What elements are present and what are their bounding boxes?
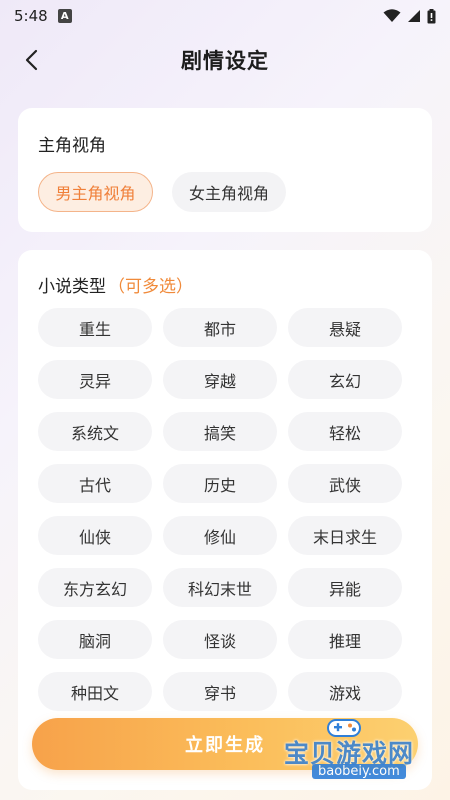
genre-chip[interactable]: 脑洞 [38, 620, 152, 659]
notification-icon: A [57, 9, 72, 23]
genre-chip[interactable]: 异能 [288, 568, 402, 607]
signal-icon [408, 10, 420, 22]
multi-select-hint: （可多选） [108, 277, 193, 297]
genre-card: 小说类型 （可多选） 重生 都市 悬疑 灵异 穿越 玄幻 系统文 搞笑 轻松 古代… [18, 250, 432, 790]
battery-icon [427, 8, 436, 23]
genre-chip[interactable]: 都市 [163, 308, 277, 347]
chevron-left-icon [25, 49, 38, 71]
genre-chip[interactable]: 修仙 [163, 516, 277, 555]
genre-chip[interactable]: 重生 [38, 308, 152, 347]
genre-chip[interactable]: 游戏 [288, 672, 402, 711]
genre-chip[interactable]: 轻松 [288, 412, 402, 451]
genre-chip[interactable]: 穿书 [163, 672, 277, 711]
genre-chip[interactable]: 武侠 [288, 464, 402, 503]
genre-title-text: 小说类型 [38, 277, 106, 297]
genre-chip[interactable]: 悬疑 [288, 308, 402, 347]
status-bar: 5:48 A [0, 0, 450, 32]
genre-chip[interactable]: 推理 [288, 620, 402, 659]
genre-chip[interactable]: 东方玄幻 [38, 568, 152, 607]
back-button[interactable] [16, 44, 48, 76]
genre-chip[interactable]: 穿越 [163, 360, 277, 399]
genre-chip[interactable]: 古代 [38, 464, 152, 503]
genre-grid: 重生 都市 悬疑 灵异 穿越 玄幻 系统文 搞笑 轻松 古代 历史 武侠 仙侠 … [38, 308, 402, 711]
genre-chip[interactable]: 玄幻 [288, 360, 402, 399]
status-icons [383, 8, 436, 24]
pov-option-male[interactable]: 男主角视角 [38, 172, 153, 212]
genre-chip[interactable]: 历史 [163, 464, 277, 503]
genre-chip[interactable]: 搞笑 [163, 412, 277, 451]
generate-button[interactable]: 立即生成 [32, 718, 418, 770]
genre-chip[interactable]: 灵异 [38, 360, 152, 399]
genre-chip[interactable]: 种田文 [38, 672, 152, 711]
header: 剧情设定 [0, 40, 450, 80]
genre-chip[interactable]: 怪谈 [163, 620, 277, 659]
genre-title: 小说类型 （可多选） [38, 272, 193, 297]
genre-chip[interactable]: 科幻末世 [163, 568, 277, 607]
pov-option-female[interactable]: 女主角视角 [172, 172, 286, 212]
screen: 5:48 A 剧情设定 主角视角 男主角视角 女主角视角 小说类型 （可多选） … [0, 0, 450, 800]
pov-card: 主角视角 男主角视角 女主角视角 [18, 108, 432, 232]
genre-chip[interactable]: 末日求生 [288, 516, 402, 555]
wifi-icon [383, 9, 401, 22]
page-title: 剧情设定 [181, 49, 269, 73]
pov-title: 主角视角 [38, 136, 106, 156]
genre-chip[interactable]: 系统文 [38, 412, 152, 451]
status-time: 5:48 [14, 7, 48, 25]
genre-chip[interactable]: 仙侠 [38, 516, 152, 555]
